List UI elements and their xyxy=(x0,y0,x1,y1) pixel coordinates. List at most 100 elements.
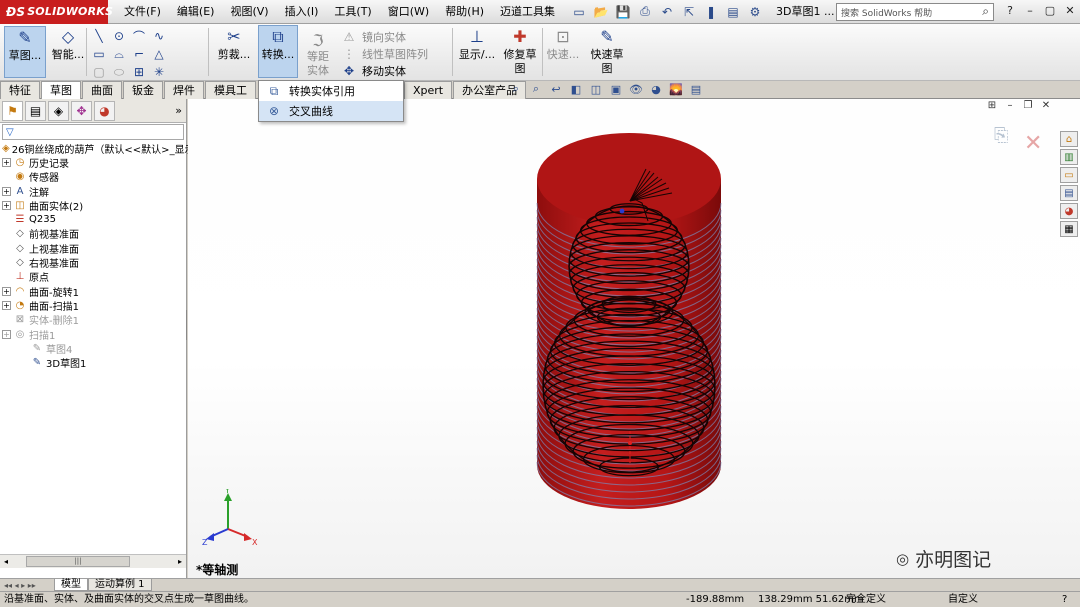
close-icon[interactable]: ✕ xyxy=(1062,3,1078,19)
dropdown-item-0[interactable]: ⧉ 转换实体引用 xyxy=(259,81,403,101)
bottom-tab-0[interactable]: 模型 xyxy=(54,579,88,591)
tab-0[interactable]: 特征 xyxy=(0,81,40,99)
slot-icon[interactable]: ▢ xyxy=(90,63,108,81)
tree-node[interactable]: ◉ 传感器 xyxy=(2,170,186,184)
viewport-split-icon[interactable]: ⊞ xyxy=(985,99,999,113)
polygon-icon[interactable]: ⬭ xyxy=(110,63,128,81)
rapid-sketch-button[interactable]: ✎ 快速草图 xyxy=(586,26,628,78)
panel-horizontal-scrollbar[interactable]: ◂ ||| ▸ xyxy=(0,554,186,568)
tab-2[interactable]: 曲面 xyxy=(82,81,122,99)
tab-5[interactable]: 模具工 xyxy=(205,81,256,99)
options-gear-icon[interactable]: ⚙ xyxy=(745,3,765,21)
plane-sketch-icon[interactable]: ⊞ xyxy=(130,63,148,81)
sketch-button[interactable]: ✎ 草图... xyxy=(4,26,46,78)
tree-root[interactable]: ◈ 26铜丝绕成的葫芦（默认<<默认>_显示 xyxy=(2,141,195,156)
tree-node[interactable]: ◇ 上视基准面 xyxy=(2,241,186,256)
tab-navigation-arrows[interactable]: ◂◂ ◂ ▸ ▸▸ xyxy=(0,581,54,590)
menu-item[interactable]: 窗口(W) xyxy=(380,0,437,24)
menu-item[interactable]: 帮助(H) xyxy=(437,0,492,24)
tree-node[interactable]: + ◷ 历史记录 xyxy=(2,155,186,170)
expand-icon[interactable]: + xyxy=(2,300,11,310)
select-arrow-icon[interactable]: ⇱ xyxy=(679,3,699,21)
menu-item[interactable]: 视图(V) xyxy=(222,0,276,24)
quick-snaps-button[interactable]: ⊡ 快速... xyxy=(546,26,580,78)
cancel-sketch-icon[interactable]: ✕ xyxy=(1024,131,1042,156)
tab-4[interactable]: 焊件 xyxy=(164,81,204,99)
appearance-icon[interactable]: ◕ xyxy=(648,81,664,97)
curve-icon[interactable]: ∿ xyxy=(150,27,168,45)
tree-node[interactable]: ◇ 前视基准面 xyxy=(2,227,186,241)
viewport-minimize-icon[interactable]: – xyxy=(1003,99,1017,113)
status-units[interactable]: 自定义 xyxy=(948,592,978,607)
property-manager-tab-icon[interactable]: ▤ xyxy=(25,100,46,121)
file-explorer-icon[interactable]: ▭ xyxy=(1060,167,1078,183)
scroll-right-icon[interactable]: ▸ xyxy=(174,557,186,566)
convert-entities-button[interactable]: ⧉ 转换... xyxy=(258,25,298,78)
tree-node[interactable]: + A 注解 xyxy=(2,184,186,199)
tree-node[interactable]: ⊠ 实体-删除1 xyxy=(2,313,186,327)
feature-manager-tab-icon[interactable]: ⚑ xyxy=(2,100,23,121)
menu-item[interactable]: 插入(I) xyxy=(277,0,327,24)
view-orientation-icon[interactable]: ◫ xyxy=(588,81,604,97)
mirror-entities-button[interactable]: ⚠ 镜向实体 xyxy=(340,28,406,46)
zoom-to-fit-icon[interactable]: ⌕ xyxy=(508,81,524,97)
custom-properties-icon[interactable]: ▦ xyxy=(1060,221,1078,237)
point-icon[interactable]: △ xyxy=(150,45,168,63)
gourd-coil-model[interactable] xyxy=(534,133,724,517)
tree-node[interactable]: + ◔ 曲面-扫描1 xyxy=(2,298,186,313)
menu-item[interactable]: 编辑(E) xyxy=(169,0,223,24)
menu-item[interactable]: 文件(F) xyxy=(116,0,169,24)
help-icon[interactable]: ? xyxy=(1002,3,1018,19)
tree-node[interactable]: + ◠ 曲面-旋转1 xyxy=(2,284,186,299)
circle-icon[interactable]: ⊙ xyxy=(110,27,128,45)
tree-node[interactable]: ◇ 右视基准面 xyxy=(2,255,186,270)
maximize-icon[interactable]: ▢ xyxy=(1042,3,1058,19)
tree-node[interactable]: ✎ 3D草图1 xyxy=(2,355,186,370)
configuration-manager-tab-icon[interactable]: ◈ xyxy=(48,100,69,121)
open-folder-icon[interactable]: 📂 xyxy=(591,3,611,21)
exit-sketch-icon[interactable]: ⎘ xyxy=(994,125,1008,146)
help-search-input[interactable]: 搜索 SolidWorks 帮助 ⌕ xyxy=(836,3,994,21)
design-library-icon[interactable]: ▥ xyxy=(1060,149,1078,165)
viewport-restore-icon[interactable]: ❐ xyxy=(1021,99,1035,113)
menu-item[interactable]: 迈道工具集 xyxy=(492,0,563,24)
menu-item[interactable]: 工具(T) xyxy=(326,0,379,24)
rebuild-icon[interactable]: ❚ xyxy=(701,3,721,21)
tree-node[interactable]: ☰ Q235 xyxy=(2,212,186,226)
display-style-icon[interactable]: ▣ xyxy=(608,81,624,97)
view-palette-icon[interactable]: ▤ xyxy=(1060,185,1078,201)
move-entities-button[interactable]: ✥ 移动实体 xyxy=(340,62,406,80)
scene-icon[interactable]: 🌄 xyxy=(668,81,684,97)
undo-icon[interactable]: ↶ xyxy=(657,3,677,21)
spline-icon[interactable]: ⌒ xyxy=(130,27,148,45)
tab-3[interactable]: 钣金 xyxy=(123,81,163,99)
section-view-icon[interactable]: ◧ xyxy=(568,81,584,97)
appearances-icon[interactable]: ◕ xyxy=(1060,203,1078,219)
dimxpert-tab-icon[interactable]: ✥ xyxy=(71,100,92,121)
hide-show-icon[interactable]: 👁 xyxy=(628,81,644,97)
bottom-tab-1[interactable]: 运动算例 1 xyxy=(88,579,152,591)
scroll-left-icon[interactable]: ◂ xyxy=(0,557,12,566)
display-delete-relations-button[interactable]: ⊥ 显示/... xyxy=(458,26,496,78)
tree-node[interactable]: + ◫ 曲面实体(2) xyxy=(2,198,186,213)
tab-1[interactable]: 草图 xyxy=(41,81,81,99)
save-icon[interactable]: 💾 xyxy=(613,3,633,21)
graphics-area[interactable]: ⊞ – ❐ ✕ ⎘ ✕ ⌂ ▥ ▭ ▤ ◕ ▦ Y X Z *等轴测 ◎ 亦明图… xyxy=(188,99,1080,578)
offset-entities-button[interactable]: ℑ 等距实体 xyxy=(300,32,336,78)
expand-icon[interactable]: + xyxy=(2,286,11,296)
repair-sketch-button[interactable]: ✚ 修复草图 xyxy=(500,26,540,78)
more-tabs-icon[interactable]: » xyxy=(175,104,182,117)
print-icon[interactable]: ⎙ xyxy=(635,3,655,21)
tree-node[interactable]: ⊥ 原点 xyxy=(2,270,186,284)
tree-filter-input[interactable]: ▽ xyxy=(2,124,184,140)
arc-icon[interactable]: ⌓ xyxy=(110,45,128,63)
view-settings-icon[interactable]: ▤ xyxy=(688,81,704,97)
tree-node[interactable]: + ◎ 扫描1 xyxy=(2,327,186,342)
solidworks-resources-icon[interactable]: ⌂ xyxy=(1060,131,1078,147)
rectangle-icon[interactable]: ▭ xyxy=(90,45,108,63)
expand-icon[interactable]: + xyxy=(2,157,11,167)
tab-right-0[interactable]: Xpert xyxy=(404,81,453,99)
sketch-point[interactable] xyxy=(619,208,625,214)
display-manager-tab-icon[interactable]: ◕ xyxy=(94,100,115,121)
fillet-icon[interactable]: ⌐ xyxy=(130,45,148,63)
